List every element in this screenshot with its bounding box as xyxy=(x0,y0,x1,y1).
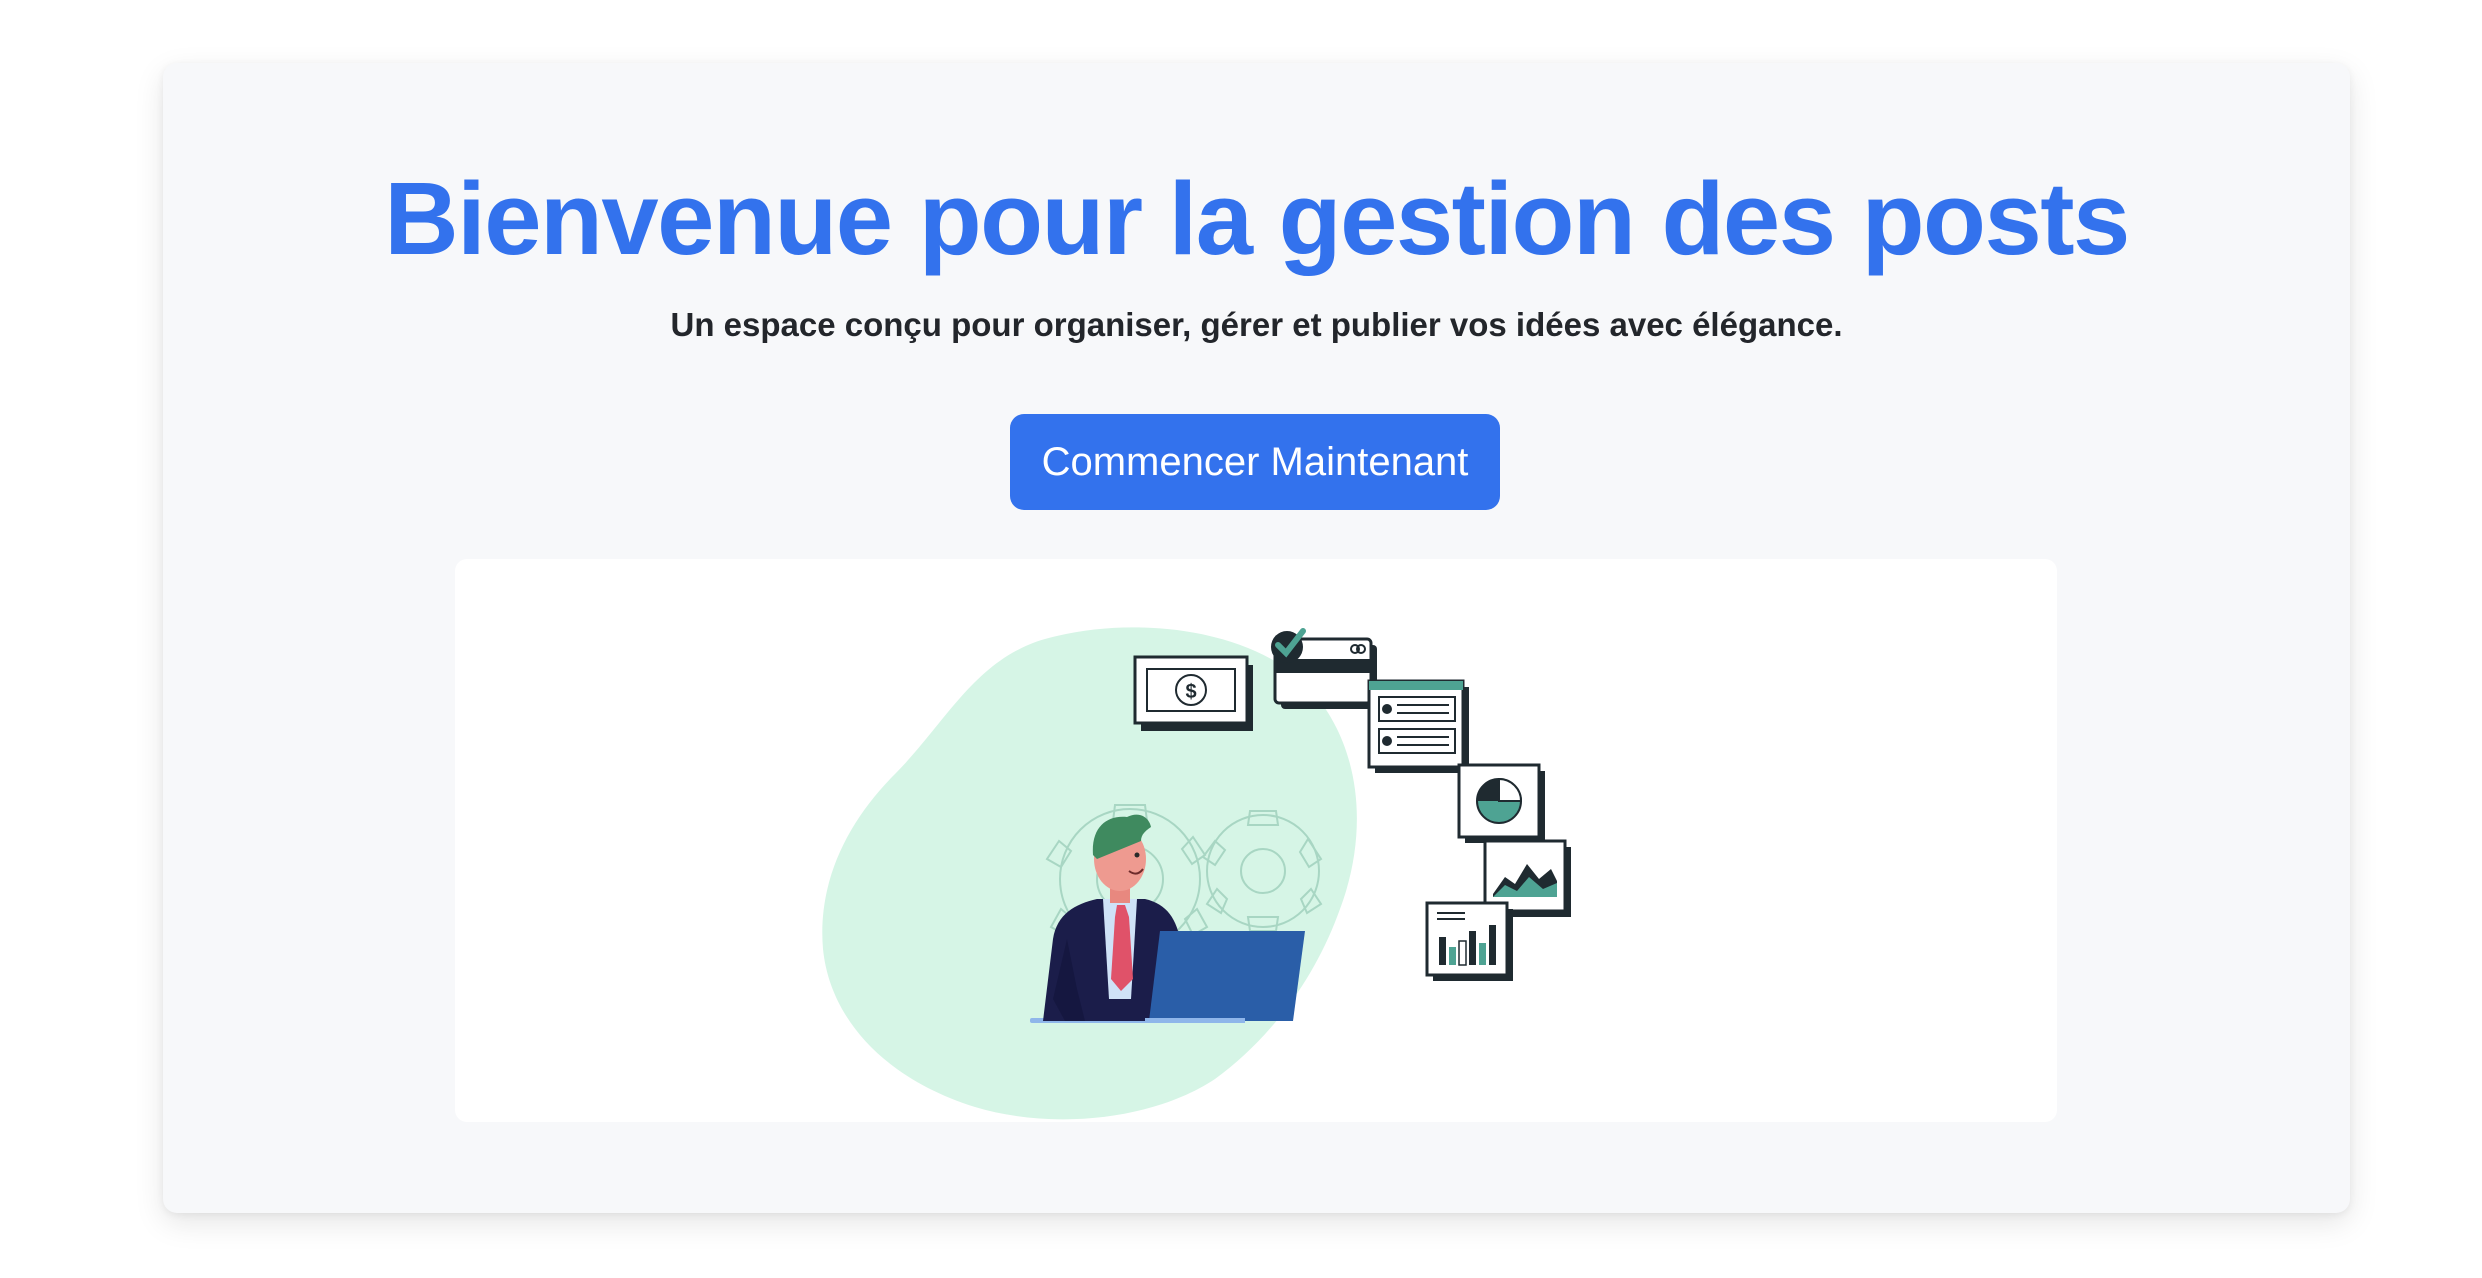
bar-chart-icon xyxy=(1425,901,1513,981)
money-bill-icon: $ xyxy=(1133,655,1253,731)
start-now-button[interactable]: Commencer Maintenant xyxy=(1010,414,1500,510)
laptop-icon xyxy=(1145,931,1305,1023)
check-badge-icon xyxy=(1271,628,1306,663)
business-analytics-illustration: $ xyxy=(822,627,1571,1120)
page-subtitle: Un espace conçu pour organiser, gérer et… xyxy=(670,306,1843,343)
money-symbol: $ xyxy=(1185,681,1196,703)
hero-card: Bienvenue pour la gestion des posts Un e… xyxy=(163,63,2350,1213)
illustration-panel: $ xyxy=(455,559,2057,1122)
page-title: Bienvenue pour la gestion des posts xyxy=(384,161,2130,276)
pie-chart-icon xyxy=(1457,763,1545,843)
chat-window-icon xyxy=(1367,679,1469,773)
